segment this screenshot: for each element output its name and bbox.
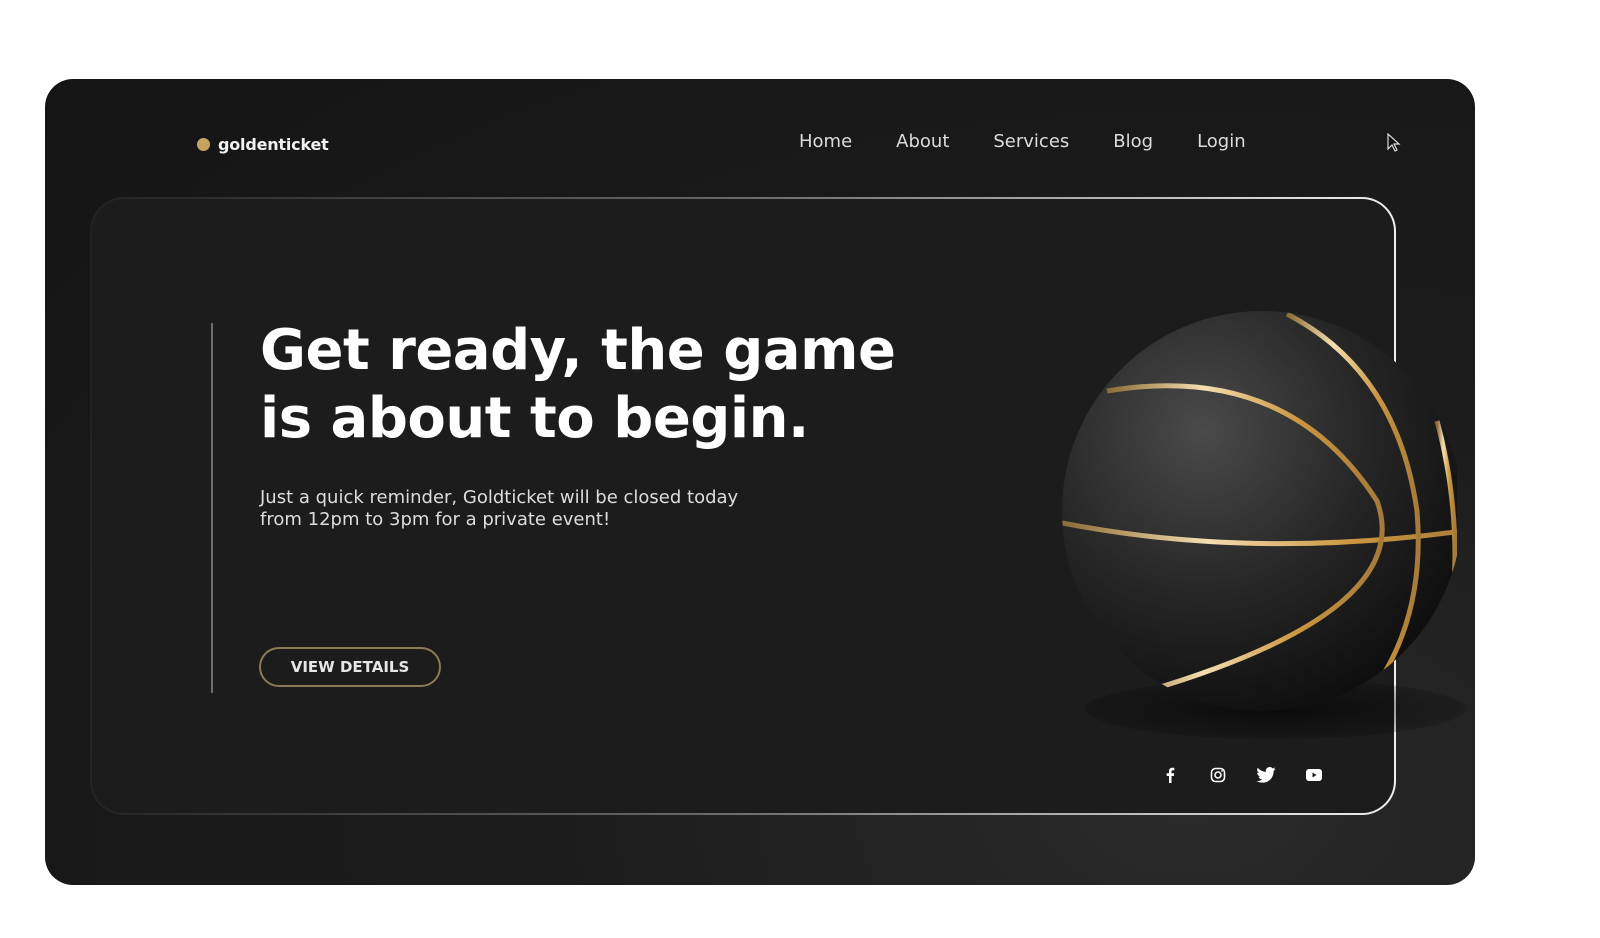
nav-login[interactable]: Login <box>1197 131 1246 152</box>
nav-home[interactable]: Home <box>799 131 852 152</box>
social-links <box>1157 765 1327 785</box>
logo-dot-icon <box>197 138 210 151</box>
logo-text: goldenticket <box>218 135 329 154</box>
nav-blog[interactable]: Blog <box>1113 131 1153 152</box>
headline-line-1: Get ready, the game <box>260 318 896 383</box>
landing-card: goldenticket Home About Services Blog Lo… <box>45 79 1475 885</box>
main-nav: Home About Services Blog Login <box>799 131 1246 152</box>
facebook-icon[interactable] <box>1157 765 1183 785</box>
logo[interactable]: goldenticket <box>197 135 329 154</box>
subtext-line-2: from 12pm to 3pm for a private event! <box>260 509 611 530</box>
nav-services[interactable]: Services <box>993 131 1069 152</box>
basketball-image <box>1062 311 1457 711</box>
instagram-icon[interactable] <box>1205 765 1231 785</box>
vertical-divider <box>211 323 213 693</box>
hero-subtext: Just a quick reminder, Goldticket will b… <box>260 487 820 531</box>
headline-line-2: is about to begin. <box>260 386 809 451</box>
subtext-line-1: Just a quick reminder, Goldticket will b… <box>260 487 739 508</box>
mouse-cursor-icon <box>1387 133 1401 152</box>
hero-headline: Get ready, the game is about to begin. <box>260 317 896 453</box>
twitter-icon[interactable] <box>1253 765 1279 785</box>
youtube-icon[interactable] <box>1301 765 1327 785</box>
nav-about[interactable]: About <box>896 131 949 152</box>
view-details-button[interactable]: VIEW DETAILS <box>259 647 441 687</box>
